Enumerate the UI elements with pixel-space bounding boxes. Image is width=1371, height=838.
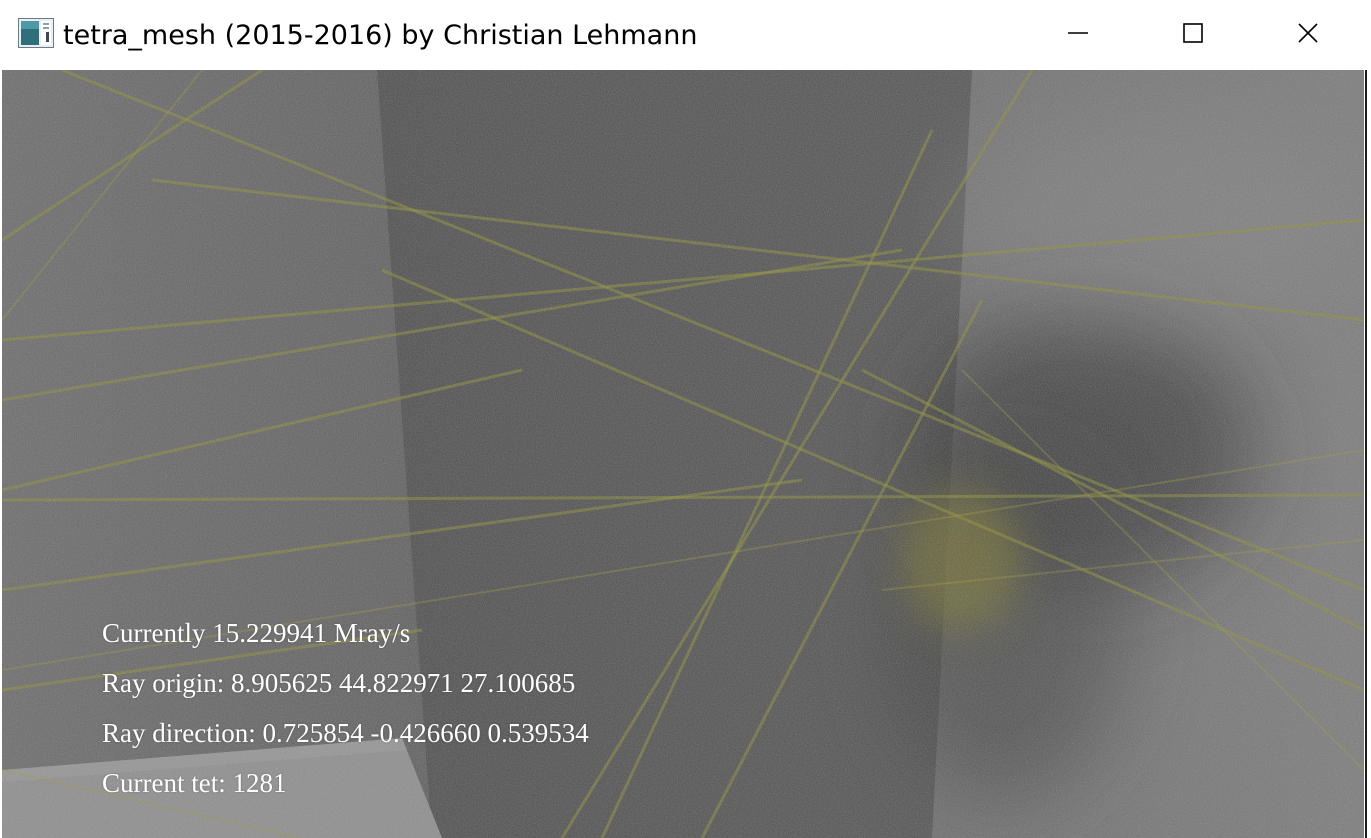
- window-title: tetra_mesh (2015-2016) by Christian Lehm…: [63, 20, 698, 51]
- render-viewport[interactable]: Currently 15.229941 Mray/s Ray origin: 8…: [2, 70, 1364, 838]
- stats-overlay: Currently 15.229941 Mray/s Ray origin: 8…: [102, 608, 589, 808]
- minimize-button[interactable]: [1020, 0, 1135, 70]
- title-bar[interactable]: tetra_mesh (2015-2016) by Christian Lehm…: [0, 0, 1371, 70]
- close-icon: [1297, 22, 1319, 49]
- ray-direction-text: Ray direction: 0.725854 -0.426660 0.5395…: [102, 718, 589, 748]
- ray-origin-text: Ray origin: 8.905625 44.822971 27.100685: [102, 668, 576, 698]
- close-button[interactable]: [1250, 0, 1365, 70]
- current-tet-text: Current tet: 1281: [102, 768, 287, 798]
- app-window-icon[interactable]: [18, 18, 54, 48]
- minimize-icon: [1067, 22, 1089, 49]
- maximize-icon: [1182, 22, 1204, 49]
- window-right-border-line: [1365, 70, 1367, 838]
- app-window: tetra_mesh (2015-2016) by Christian Lehm…: [0, 0, 1371, 838]
- maximize-button[interactable]: [1135, 0, 1250, 70]
- ray-rate-text: Currently 15.229941 Mray/s: [102, 618, 411, 648]
